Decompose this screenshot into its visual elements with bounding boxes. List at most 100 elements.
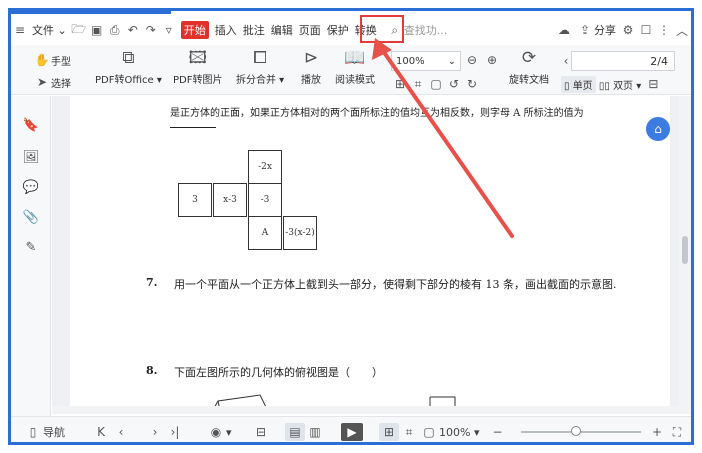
view-mode-group: ⊟ ▤ ▥ ▶ ⊞ ⌗ ▢ 100% ▾ − bbox=[251, 423, 507, 441]
print-icon[interactable]: ⎙ bbox=[106, 21, 124, 39]
feedback-icon[interactable]: ☐ bbox=[637, 21, 655, 39]
fullscreen-icon[interactable]: ⛶ bbox=[667, 423, 687, 441]
previous-page-icon[interactable]: ‹ bbox=[111, 423, 131, 441]
zoom-in-icon[interactable]: ⊕ bbox=[483, 51, 501, 69]
scrollbar-thumb[interactable] bbox=[682, 236, 688, 264]
document-page: 是正方体的正面，如果正方体相对的两个面所标注的值均互为相反数，则字母 A 所标注… bbox=[70, 96, 670, 414]
share-icon: ⇪ bbox=[579, 23, 591, 37]
zoom-in-status-icon[interactable]: + bbox=[647, 423, 667, 441]
page-layout-group: ▯ 单页 ▯▯ 双页 ▾ ⊟ bbox=[561, 75, 662, 93]
open-folder-icon[interactable]: 🗁 bbox=[70, 21, 88, 39]
zoom-out-status-icon[interactable]: − bbox=[487, 423, 507, 441]
zoom-slider-knob[interactable] bbox=[571, 426, 581, 436]
net-cell-r1c3: -3 bbox=[248, 183, 282, 217]
ribbon-toolbar: ✋ 手型 ➤ 选择 ⧉ PDF转Office ▾ 🖾 PDF转图片 ⧠ 拆分合并 ▾ ⊳ 播… bbox=[11, 45, 691, 95]
thumbnail-icon[interactable]: 🖼 bbox=[22, 148, 40, 166]
first-page-icon[interactable]: K bbox=[91, 423, 111, 441]
zoom-select[interactable]: 100% ⌄ bbox=[391, 51, 461, 71]
comment-icon[interactable]: 💬 bbox=[22, 178, 40, 196]
tab-protect[interactable]: 保护 bbox=[324, 19, 352, 41]
hand-icon: ✋ bbox=[34, 53, 50, 67]
hand-tool[interactable]: ✋ 手型 bbox=[33, 51, 71, 69]
split-merge-button[interactable]: ⧠ 拆分合并 ▾ bbox=[236, 47, 284, 86]
horizontal-scrollbar[interactable] bbox=[52, 406, 682, 414]
floating-assistant-icon[interactable]: ⌂ bbox=[646, 117, 670, 141]
signature-icon[interactable]: ✎ bbox=[22, 238, 40, 256]
question-7-number: 7. bbox=[146, 276, 158, 289]
attachment-icon[interactable]: 📎 bbox=[22, 208, 40, 226]
pdf-to-office-label: PDF转Office bbox=[95, 75, 154, 86]
actual-size-status-icon[interactable]: ▢ bbox=[419, 423, 439, 441]
hamburger-icon[interactable]: ≡ bbox=[11, 21, 29, 39]
nav-toggle[interactable]: ▯ 导航 bbox=[23, 423, 65, 441]
question-8-number: 8. bbox=[146, 364, 158, 377]
more-icon[interactable]: ⋮ bbox=[655, 21, 673, 39]
zoom-value: 100% bbox=[396, 55, 425, 67]
page-number-input[interactable]: 2/4 bbox=[571, 51, 675, 71]
save-icon[interactable]: ▣ bbox=[88, 21, 106, 39]
net-cell-top: -2x bbox=[248, 150, 282, 184]
fit-width-status-icon[interactable]: ⊞ bbox=[379, 423, 399, 441]
rotate-right-icon[interactable]: ↻ bbox=[463, 75, 481, 93]
app-window: ≡ 文件 ⌄ 🗁 ▣ ⎙ ↶ ↷ ▿ 开始 插入 批注 编辑 页面 保护 转换 … bbox=[8, 8, 694, 445]
document-viewport[interactable]: 是正方体的正面，如果正方体相对的两个面所标注的值均互为相反数，则字母 A 所标注… bbox=[52, 96, 682, 414]
tab-annotate[interactable]: 批注 bbox=[240, 19, 268, 41]
read-mode-button[interactable]: 📖 阅读模式 bbox=[335, 47, 375, 86]
rotate-document-label: 旋转文档 bbox=[509, 75, 549, 86]
pdf-to-office-button[interactable]: ⧉ PDF转Office ▾ bbox=[95, 47, 162, 86]
dropdown-chevron-icon[interactable]: ▿ bbox=[160, 21, 178, 39]
eye-protect[interactable]: ◉ ▾ bbox=[206, 423, 232, 441]
fit-width-icon[interactable]: ⊞ bbox=[391, 75, 409, 93]
hand-label: 手型 bbox=[51, 56, 71, 68]
play-label: 播放 bbox=[301, 75, 321, 86]
play-circle-icon: ⊳ bbox=[303, 48, 319, 68]
left-sidebar: 🔖 🖼 💬 📎 ✎ bbox=[11, 96, 51, 416]
tab-start-label: 开始 bbox=[180, 21, 209, 39]
page-nav-group: K ‹ › ›| bbox=[91, 423, 185, 441]
share-label: 分享 bbox=[594, 24, 616, 37]
single-view-icon[interactable]: ▤ bbox=[285, 423, 305, 441]
collapse-chevron-icon[interactable]: ︿ bbox=[673, 21, 691, 39]
fit-page-status-icon[interactable]: ⌗ bbox=[399, 423, 419, 441]
vertical-scrollbar[interactable] bbox=[679, 96, 691, 414]
last-page-icon[interactable]: ›| bbox=[165, 423, 185, 441]
continuous-scroll-icon[interactable]: ⊟ bbox=[644, 75, 662, 93]
double-page-label: 双页 bbox=[613, 80, 634, 92]
select-label: 选择 bbox=[51, 78, 71, 90]
pdf-to-office-icon: ⧉ bbox=[122, 48, 135, 68]
redo-icon[interactable]: ↷ bbox=[142, 21, 160, 39]
bookmark-icon[interactable]: 🔖 bbox=[22, 116, 40, 134]
view-tools: ⊞ ⌗ ▢ ↺ ↻ bbox=[391, 75, 481, 93]
net-cell-r1c1: 3 bbox=[178, 183, 212, 217]
menu-file[interactable]: 文件 ⌄ bbox=[29, 19, 70, 41]
single-page-button[interactable]: ▯ 单页 bbox=[561, 75, 596, 93]
double-page-button[interactable]: ▯▯ 双页 ▾ bbox=[599, 77, 641, 92]
tab-start[interactable]: 开始 bbox=[178, 19, 212, 41]
fit-page-icon[interactable]: ⌗ bbox=[409, 75, 427, 93]
share-button[interactable]: ⇪ 分享 bbox=[573, 19, 619, 41]
tab-page[interactable]: 页面 bbox=[296, 19, 324, 41]
question-7-text: 用一个平面从一个正方体上截到头一部分，使得剩下部分的棱有 13 条，画出截面的示… bbox=[174, 278, 617, 291]
status-zoom-value[interactable]: 100% bbox=[439, 426, 470, 439]
continuous-icon[interactable]: ⊟ bbox=[251, 423, 271, 441]
actual-size-icon[interactable]: ▢ bbox=[427, 75, 445, 93]
rotate-left-icon[interactable]: ↺ bbox=[445, 75, 463, 93]
split-merge-label: 拆分合并 bbox=[236, 75, 276, 86]
zoom-out-icon[interactable]: ⊖ bbox=[463, 51, 481, 69]
tab-edit[interactable]: 编辑 bbox=[268, 19, 296, 41]
pdf-to-image-label: PDF转图片 bbox=[173, 75, 223, 86]
slideshow-play-icon[interactable]: ▶ bbox=[341, 423, 363, 441]
search-placeholder: 查找功... bbox=[403, 24, 448, 37]
next-page-icon[interactable]: › bbox=[145, 423, 165, 441]
play-button[interactable]: ⊳ 播放 bbox=[301, 47, 321, 86]
double-view-icon[interactable]: ▥ bbox=[305, 423, 325, 441]
undo-icon[interactable]: ↶ bbox=[124, 21, 142, 39]
rotate-document-button[interactable]: ⟳ 旋转文档 bbox=[509, 47, 549, 86]
zoom-slider[interactable] bbox=[521, 431, 641, 433]
pdf-to-image-button[interactable]: 🖾 PDF转图片 bbox=[173, 47, 222, 86]
book-icon: 📖 bbox=[344, 48, 366, 68]
tab-insert[interactable]: 插入 bbox=[212, 19, 240, 41]
cloud-sync-icon[interactable]: ☁ bbox=[555, 21, 573, 39]
settings-icon[interactable]: ⚙ bbox=[619, 21, 637, 39]
select-tool[interactable]: ➤ 选择 bbox=[33, 73, 71, 91]
